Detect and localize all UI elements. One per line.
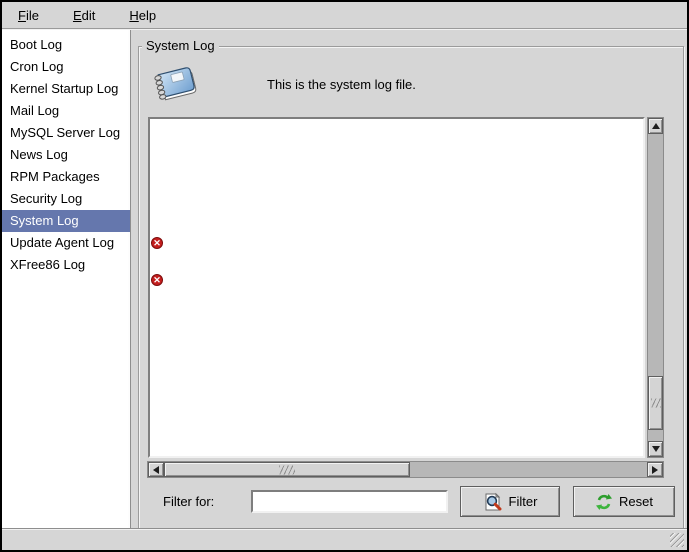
sidebar-item[interactable]: System Log: [2, 210, 130, 232]
reset-button-label: Reset: [619, 494, 653, 509]
vertical-scrollbar-thumb[interactable]: [648, 376, 663, 430]
sidebar-item[interactable]: Update Agent Log: [2, 232, 130, 254]
log-line[interactable]: ✕May 14 16:50:51 falcon su(pam_unix)[136…: [150, 122, 643, 141]
log-line[interactable]: ✕May 15 14:38:29 falcon kernel: ac97_cod…: [150, 364, 643, 383]
log-line[interactable]: ✕May 15 04:12:35 falcon su(pam_unix)[162…: [150, 178, 643, 197]
error-icon: ✕: [151, 274, 163, 286]
scroll-up-button[interactable]: [648, 118, 663, 134]
notebook-icon: [149, 59, 201, 109]
log-line[interactable]: ✕May 15 04:12:35 falcon su(pam_unix)[162…: [150, 196, 643, 215]
sidebar-item[interactable]: Kernel Startup Log: [2, 78, 130, 100]
horizontal-scrollbar-thumb[interactable]: [164, 462, 410, 477]
down-arrow-icon: [652, 446, 660, 452]
scroll-right-button[interactable]: [647, 462, 663, 477]
menu-item[interactable]: Edit: [67, 5, 101, 26]
log-line[interactable]: ✕May 14 17:53:03 falcon su(pam_unix)[143…: [150, 159, 643, 178]
thumb-grip: [651, 399, 661, 408]
scroll-down-button[interactable]: [648, 441, 663, 457]
vertical-scrollbar[interactable]: [647, 117, 664, 458]
scroll-left-button[interactable]: [148, 462, 164, 477]
log-line[interactable]: ✕May 15 14:38:29 falcon kernel: Creative…: [150, 327, 643, 346]
sidebar-item[interactable]: Cron Log: [2, 56, 130, 78]
groupbox-title: System Log: [142, 38, 219, 53]
log-type-list: Boot Log Cron Log Kernel Startup Log Mai…: [2, 30, 131, 528]
log-line[interactable]: ✕May 15 14:12:54 falcon xscreensaver[261…: [150, 252, 643, 271]
horizontal-scrollbar[interactable]: [147, 461, 664, 478]
log-line[interactable]: ✕May 15 14:38:30 falcon modprobe: modpro…: [150, 382, 643, 401]
log-line[interactable]: ✕May 15 15:00:38 falcon sshd(pam_unix)[1…: [150, 401, 643, 420]
log-text-area[interactable]: ✕May 14 16:50:51 falcon su(pam_unix)[136…: [148, 117, 645, 458]
sidebar-item[interactable]: XFree86 Log: [2, 254, 130, 276]
up-arrow-icon: [652, 123, 660, 129]
resize-grip-icon[interactable]: [670, 533, 684, 547]
menu-item[interactable]: File: [12, 5, 45, 26]
sidebar-item[interactable]: Boot Log: [2, 34, 130, 56]
log-line[interactable]: ✕May 15 14:38:16 falcon sshd(pam_unix)[1…: [150, 271, 643, 290]
log-description: This is the system log file.: [267, 77, 416, 92]
log-line[interactable]: ✕May 15 15:06:29 falcon su(pam_unix)[178…: [150, 438, 643, 457]
sidebar-item[interactable]: MySQL Server Log: [2, 122, 130, 144]
status-bar: [2, 528, 687, 550]
log-line[interactable]: ✕May 15 15:06:24 falcon userhelper: pam_…: [150, 420, 643, 439]
log-line[interactable]: ✕May 15 14:38:16 falcon sshd(pam_unix)[1…: [150, 308, 643, 327]
magnifier-document-icon: [483, 492, 503, 512]
log-line[interactable]: ✕May 15 14:38:29 falcon kernel: emu10k1:…: [150, 345, 643, 364]
filter-input[interactable]: [251, 490, 448, 513]
log-line[interactable]: ✕May 15 14:12:53 falcon xscreensaver(pam…: [150, 234, 643, 253]
filter-button[interactable]: Filter: [460, 486, 560, 517]
sidebar-item[interactable]: RPM Packages: [2, 166, 130, 188]
menu-bar: File Edit Help: [2, 2, 687, 29]
sidebar-item[interactable]: News Log: [2, 144, 130, 166]
green-cycle-arrows-icon: [595, 493, 613, 511]
filter-button-label: Filter: [509, 494, 538, 509]
error-icon: ✕: [151, 237, 163, 249]
left-arrow-icon: [153, 466, 159, 474]
log-line[interactable]: ✕May 15 14:38:16 falcon sshd[17631]: pam…: [150, 289, 643, 308]
filter-row: Filter for: Filter Reset: [139, 485, 683, 519]
sidebar-item[interactable]: Mail Log: [2, 100, 130, 122]
log-header: This is the system log file.: [149, 59, 416, 109]
menu-item[interactable]: Help: [123, 5, 162, 26]
log-viewer-window: File Edit Help Boot Log Cron Log Kernel …: [0, 0, 689, 552]
log-line[interactable]: ✕May 15 08:39:28 falcon sshd(pam_unix)[1…: [150, 215, 643, 234]
filter-label: Filter for:: [163, 494, 214, 509]
system-log-groupbox: System Log: [138, 46, 684, 531]
thumb-grip: [279, 465, 295, 474]
sidebar-item[interactable]: Security Log: [2, 188, 130, 210]
log-line[interactable]: ✕May 14 17:42:18 falcon su(pam_unix)[136…: [150, 141, 643, 160]
reset-button[interactable]: Reset: [573, 486, 675, 517]
right-arrow-icon: [652, 466, 658, 474]
